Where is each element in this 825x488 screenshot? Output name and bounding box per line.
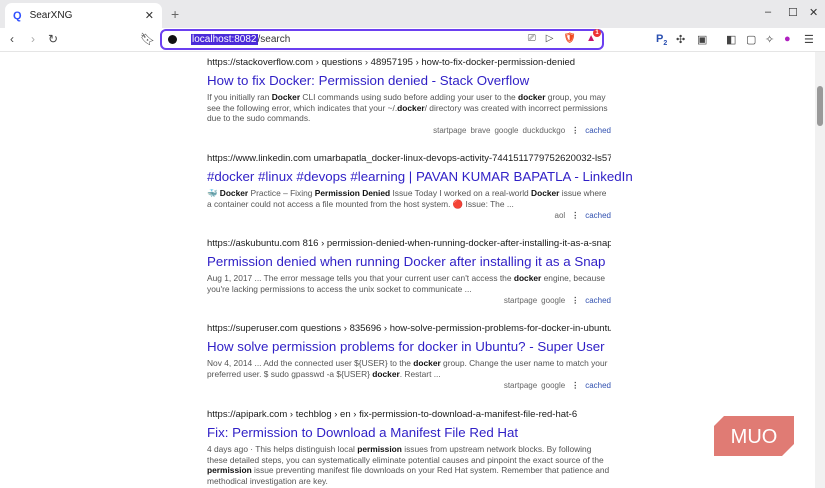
muo-watermark-logo: MUO	[714, 416, 794, 456]
result-snippet: If you initially ran Docker CLI commands…	[207, 92, 611, 124]
engine-label: duckduckgo	[522, 126, 566, 136]
address-bar[interactable]: localhost:8082 /search ⎚ ▷ 🛡︎ ▲ 1	[160, 29, 604, 50]
highlight-term: Permission Denied	[314, 188, 391, 198]
snippet-text: Nov 4, 2014 ... Add the connected user $…	[207, 358, 414, 368]
result-engines: aol ⋮ cached	[207, 211, 611, 222]
maximize-button[interactable]: ☐	[788, 6, 798, 19]
result-snippet: 4 days ago · This helps distinguish loca…	[207, 444, 611, 487]
snippet-text: CLI commands using sudo before adding yo…	[300, 92, 518, 102]
tab-strip: Q SearXNG ✕ + – ☐ ✕	[0, 0, 825, 28]
tab-searxng[interactable]: Q SearXNG ✕	[5, 3, 162, 28]
more-options-icon[interactable]: ⋮	[571, 211, 579, 220]
close-window-button[interactable]: ✕	[809, 6, 818, 19]
snippet-text: . Restart ...	[399, 368, 441, 379]
cached-link[interactable]: cached	[585, 296, 611, 305]
svg-text:MUO: MUO	[731, 426, 778, 448]
snippet-text: Aug 1, 2017 ... The error message tells …	[207, 273, 514, 283]
close-tab-icon[interactable]: ✕	[145, 9, 154, 22]
result-item: https://stackoverflow.com › questions › …	[207, 57, 611, 137]
address-path: /search	[257, 34, 291, 45]
result-url: https://askubuntu.com 816 › permission-d…	[207, 238, 611, 249]
wallet-icon[interactable]: ▢	[746, 33, 756, 46]
cached-link[interactable]: cached	[585, 126, 611, 135]
leo-ai-icon[interactable]: ✧	[765, 33, 774, 46]
cached-link[interactable]: cached	[585, 381, 611, 390]
minimize-button[interactable]: –	[765, 6, 771, 18]
more-options-icon[interactable]: ⋮	[571, 381, 579, 390]
highlight-term: Docker	[219, 188, 249, 198]
back-icon[interactable]: ‹	[10, 32, 14, 46]
engine-label: startpage	[433, 126, 467, 136]
highlight-term: permission	[357, 444, 402, 454]
extensions-puzzle-icon[interactable]: ✣	[676, 33, 685, 46]
tab-title: SearXNG	[29, 10, 73, 21]
sidebar-icon[interactable]: ◧	[726, 33, 736, 46]
scrollbar-thumb[interactable]	[817, 86, 823, 126]
snippet-text: issue preventing manifest file downloads…	[207, 465, 610, 487]
result-item: https://askubuntu.com 816 › permission-d…	[207, 238, 611, 307]
engine-label: google	[541, 381, 566, 391]
cast-icon[interactable]: ⎚	[528, 33, 536, 44]
result-snippet: Nov 4, 2014 ... Add the connected user $…	[207, 358, 611, 379]
send-icon[interactable]: ▷	[546, 33, 554, 44]
highlight-term: docker	[397, 102, 425, 113]
engine-label: google	[494, 126, 519, 136]
engine-label: google	[541, 296, 566, 306]
address-host: localhost:8082	[191, 34, 258, 45]
searxng-favicon-icon: Q	[13, 9, 22, 22]
result-url: https://www.linkedin.com umarbapatla_doc…	[207, 153, 611, 164]
result-url: https://apipark.com › techblog › en › fi…	[207, 409, 578, 420]
engine-label: startpage	[503, 296, 538, 306]
extension-badge: 2	[663, 40, 668, 48]
result-title-link[interactable]: #docker #linux #devops #learning | PAVAN…	[207, 169, 633, 185]
brave-rewards-icon[interactable]: ▲ 1	[586, 29, 601, 44]
result-item: https://www.linkedin.com umarbapatla_doc…	[207, 153, 633, 222]
menu-icon[interactable]: ☰	[804, 33, 814, 46]
more-options-icon[interactable]: ⋮	[571, 296, 579, 305]
new-tab-button[interactable]: +	[171, 6, 179, 22]
engine-label: startpage	[503, 381, 538, 391]
more-options-icon[interactable]: ⋮	[571, 126, 579, 135]
result-snippet: Aug 1, 2017 ... The error message tells …	[207, 273, 611, 294]
highlight-term: Docker	[271, 92, 301, 102]
highlight-term: docker	[513, 273, 542, 283]
site-info-icon[interactable]	[168, 35, 177, 44]
snippet-text: Practice – Fixing	[248, 188, 315, 198]
result-title-link[interactable]: How to fix Docker: Permission denied - S…	[207, 73, 611, 89]
toolbar: ‹ › ↻ 🔖︎ localhost:8082 /search ⎚ ▷ 🛡︎ ▲…	[0, 28, 825, 52]
result-engines: startpage brave google duckduckgo ⋮ cached	[207, 126, 611, 137]
result-item: https://superuser.com questions › 835696…	[207, 323, 611, 392]
snippet-text: Issue Today I worked on a real-world	[390, 188, 532, 198]
snippet-text: 🐳	[207, 188, 220, 198]
bookmark-icon[interactable]: 🔖︎	[140, 32, 155, 46]
result-item: https://apipark.com › techblog › en › fi…	[207, 409, 611, 488]
result-title-link[interactable]: Permission denied when running Docker af…	[207, 254, 611, 270]
reload-icon[interactable]: ↻	[48, 32, 58, 46]
forward-icon[interactable]: ›	[31, 32, 35, 46]
cached-link[interactable]: cached	[585, 211, 611, 220]
result-engines: startpage google ⋮ cached	[207, 381, 611, 392]
results-list: https://stackoverflow.com › questions › …	[0, 52, 815, 488]
engine-label: aol	[554, 211, 566, 221]
highlight-term: docker	[518, 92, 546, 102]
extension-icon[interactable]: P2	[656, 33, 667, 47]
highlight-term: docker	[372, 368, 400, 379]
result-url: https://stackoverflow.com › questions › …	[207, 57, 576, 68]
result-engines: startpage google ⋮ cached	[207, 296, 611, 307]
snippet-text: If you initially ran	[207, 92, 272, 102]
result-snippet: 🐳 Docker Practice – Fixing Permission De…	[207, 188, 611, 209]
scrollbar[interactable]	[815, 52, 825, 488]
vpn-icon[interactable]: ●	[784, 33, 791, 45]
engine-label: brave	[470, 126, 491, 136]
rewards-badge: 1	[593, 29, 601, 37]
snippet-text: 4 days ago · This helps distinguish loca…	[207, 444, 358, 454]
brave-shields-icon[interactable]: 🛡︎	[563, 33, 576, 44]
highlight-term: docker	[413, 358, 441, 368]
highlight-term: Docker	[531, 188, 560, 198]
result-title-link[interactable]: Fix: Permission to Download a Manifest F…	[207, 425, 611, 441]
highlight-term: permission	[207, 465, 252, 476]
result-title-link[interactable]: How solve permission problems for docker…	[207, 339, 611, 355]
result-url: https://superuser.com questions › 835696…	[207, 323, 611, 334]
reader-icon[interactable]: ▣	[697, 33, 707, 46]
